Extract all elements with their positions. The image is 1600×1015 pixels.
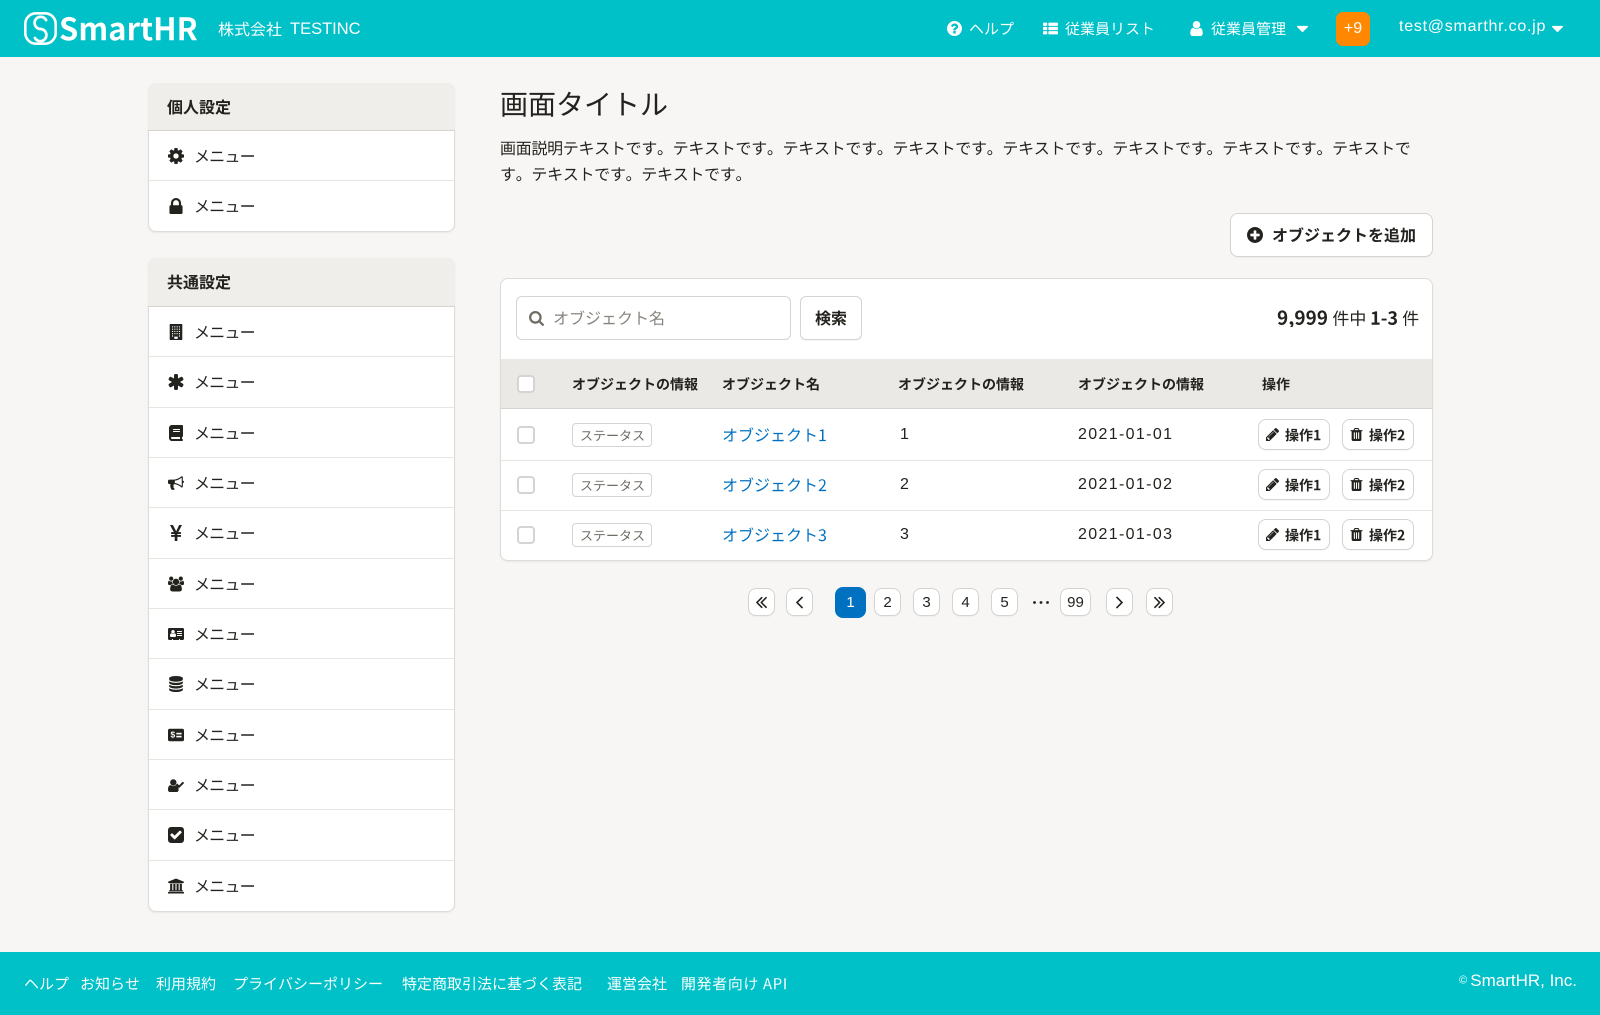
- svg-text:$: $: [170, 729, 175, 739]
